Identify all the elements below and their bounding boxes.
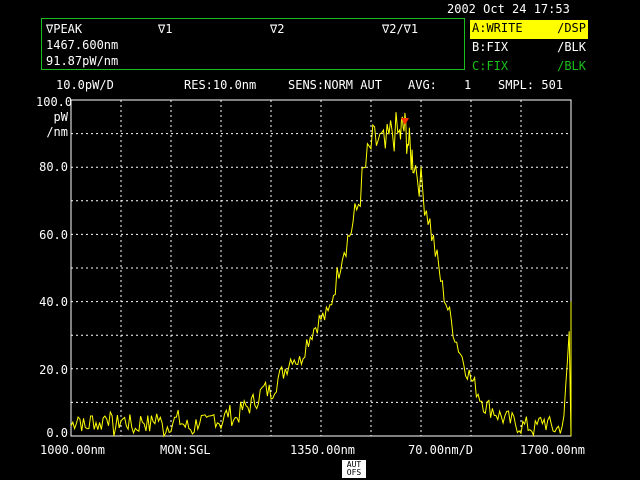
y-tick-0: 0.0 (46, 426, 68, 440)
y-tick-60: 60.0 (39, 228, 68, 242)
y-tick-40: 40.0 (39, 295, 68, 309)
y-tick-20: 20.0 (39, 363, 68, 377)
auto-offset-softkey[interactable]: AUT OFS (342, 460, 366, 478)
y-tick-100: 100.0 (36, 95, 73, 109)
x-stop-label: 1700.00nm (520, 443, 586, 457)
softkey-line2: OFS (346, 468, 362, 477)
plot-grid (70, 99, 572, 437)
y-unit-line2: /nm (46, 125, 68, 139)
monitor-mode-label: MON:SGL (160, 443, 211, 457)
x-center-label: 1350.00nm (290, 443, 356, 457)
x-span-label: 70.00nm/D (408, 443, 474, 457)
y-tick-80: 80.0 (39, 160, 68, 174)
y-unit-line1: pW (53, 110, 68, 124)
spectrum-plot (70, 99, 572, 438)
x-start-label: 1000.00nm (40, 443, 106, 457)
